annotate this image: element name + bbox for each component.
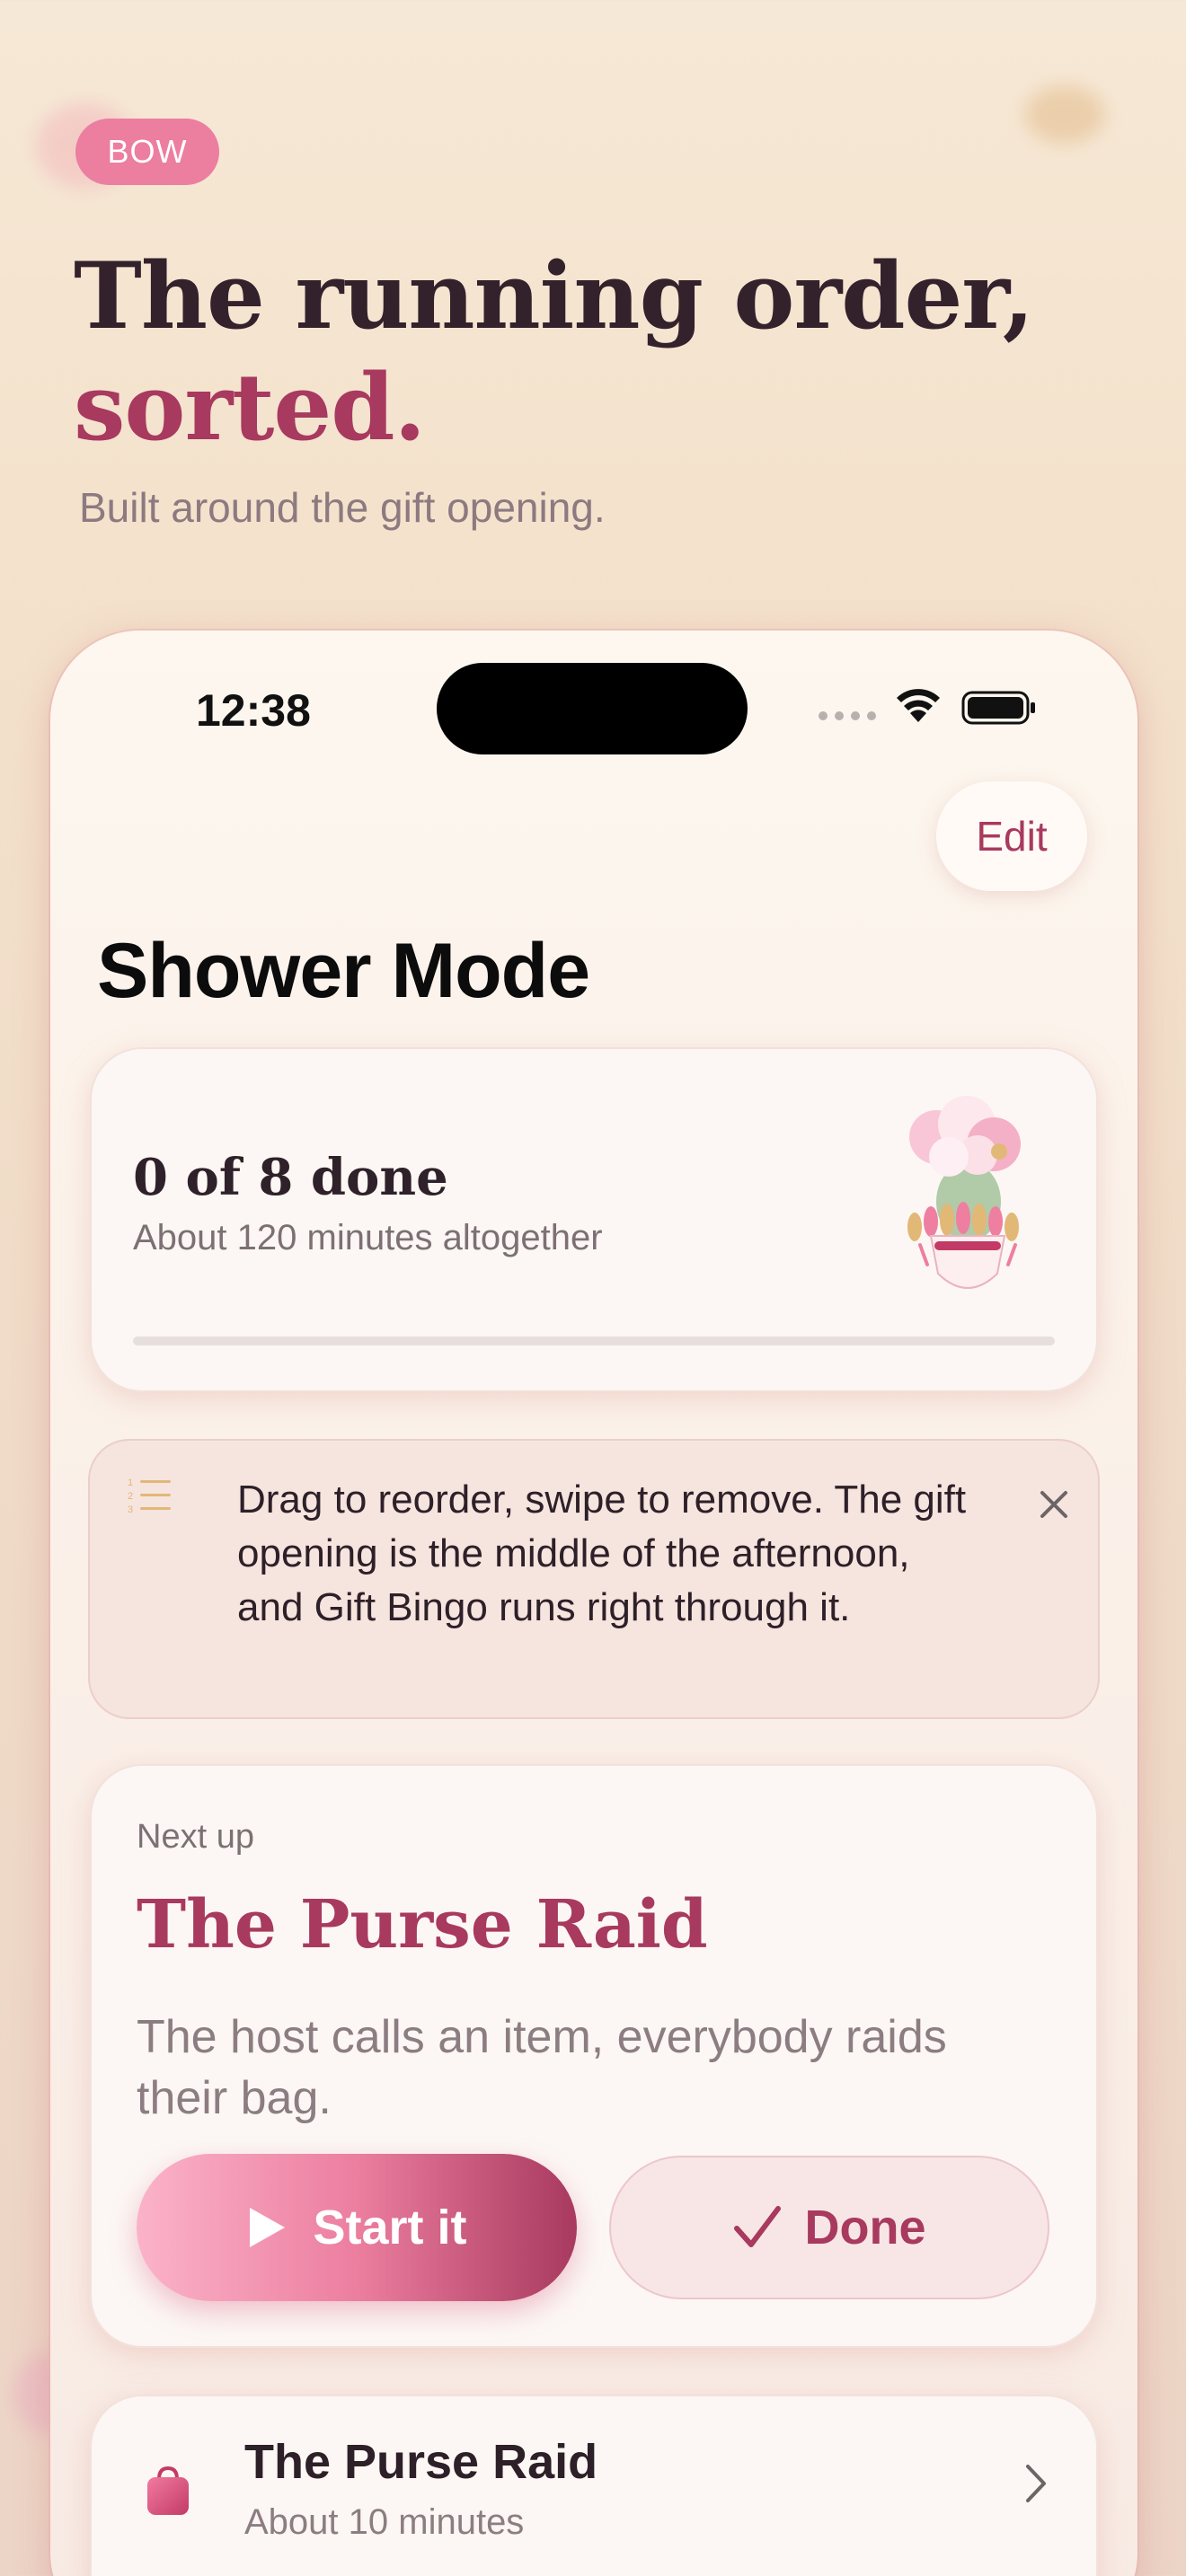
bouquet-illustration: [907, 1096, 1021, 1289]
svg-text:1: 1: [128, 1478, 133, 1488]
list-item-title: The Purse Raid: [244, 2435, 598, 2489]
play-icon: [250, 2208, 286, 2247]
chevron-right-icon: [1026, 2465, 1046, 2502]
close-icon[interactable]: [1031, 1482, 1076, 1527]
screen-title: Shower Mode: [97, 928, 590, 1014]
svg-text:3: 3: [128, 1504, 133, 1514]
promo-title-line1: The running order,: [74, 243, 1034, 350]
next-up-label: Next up: [137, 1818, 254, 1856]
next-up-description: The host calls an item, everybody raids …: [137, 2011, 947, 2124]
promo-badge: BOW: [75, 119, 219, 185]
wifi-icon: [897, 689, 940, 722]
phone-frame: 12:38 Edit Shower Mode 0 of 8 done About…: [50, 631, 1137, 2576]
start-button[interactable]: Start it: [137, 2154, 577, 2301]
list-item[interactable]: The Purse Raid About 10 minutes: [90, 2395, 1098, 2576]
purse-icon: [147, 2466, 189, 2515]
progress-duration: About 120 minutes altogether: [133, 1218, 603, 1257]
tip-text: Drag to reorder, swipe to remove. The gi…: [237, 1478, 967, 1629]
cellular-signal-icon: [819, 711, 876, 720]
tip-banner: 1 2 3 Drag to reorder, swipe to remove. …: [88, 1439, 1100, 1719]
battery-icon: [961, 691, 1035, 725]
progress-card: 0 of 8 done About 120 minutes altogether: [90, 1047, 1098, 1392]
list-item-duration: About 10 minutes: [244, 2502, 525, 2542]
next-up-card: Next up The Purse Raid The host calls an…: [90, 1764, 1098, 2348]
dynamic-island: [437, 663, 748, 754]
progress-bar: [133, 1337, 1055, 1345]
svg-text:2: 2: [128, 1491, 133, 1502]
status-time: 12:38: [196, 685, 311, 736]
progress-count: 0 of 8 done: [133, 1148, 448, 1207]
done-button[interactable]: Done: [609, 2156, 1049, 2299]
start-button-label: Start it: [313, 2201, 467, 2254]
promo-subtitle: Built around the gift opening.: [79, 484, 606, 531]
done-button-label: Done: [804, 2201, 926, 2254]
promo-title: The running order, sorted.: [74, 241, 1034, 463]
next-up-title: The Purse Raid: [137, 1886, 708, 1963]
promo-title-line2: sorted.: [74, 354, 426, 462]
decorative-blob: [1024, 85, 1105, 144]
numbered-list-icon: 1 2 3: [128, 1478, 171, 1514]
edit-button[interactable]: Edit: [936, 781, 1087, 891]
checkmark-icon: [733, 2206, 781, 2247]
